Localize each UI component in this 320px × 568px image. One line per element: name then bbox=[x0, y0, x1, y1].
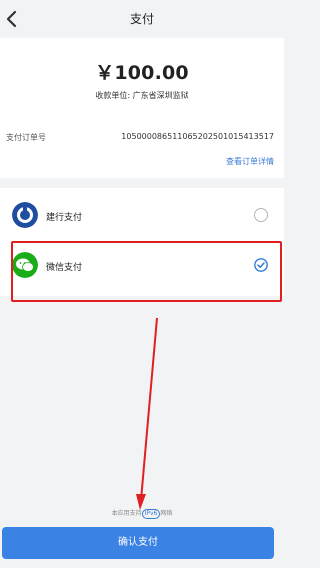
payment-amount: ￥100.00 bbox=[95, 62, 189, 84]
top-bar: 支付 bbox=[0, 0, 284, 38]
payment-method-ccb[interactable]: 建行支付 bbox=[0, 190, 284, 238]
notice-prefix: 本应用支持 bbox=[111, 510, 142, 517]
radio-unchecked[interactable] bbox=[254, 208, 268, 222]
ccb-logo-icon bbox=[12, 202, 38, 228]
order-number-label: 支付订单号 bbox=[6, 133, 46, 142]
ipv6-notice: 本应用支持 IPv6 网络 bbox=[0, 508, 284, 519]
selection-highlight-box bbox=[11, 241, 282, 302]
notice-suffix: 网络 bbox=[160, 510, 173, 517]
payment-method-label: 建行支付 bbox=[46, 213, 83, 223]
order-number-value: 105000086511065202501015413517 bbox=[121, 132, 274, 141]
payment-summary: ￥100.00 收款单位: 广东省深圳监狱 支付订单号 105000086511… bbox=[0, 38, 284, 178]
page-title: 支付 bbox=[129, 12, 154, 26]
ipv6-badge: IPv6 bbox=[141, 509, 161, 519]
confirm-payment-button[interactable]: 确认支付 bbox=[2, 527, 274, 559]
payee-label: 收款单位: 广东省深圳监狱 bbox=[95, 91, 189, 100]
view-order-details-link[interactable]: 查看订单详情 bbox=[226, 156, 274, 167]
